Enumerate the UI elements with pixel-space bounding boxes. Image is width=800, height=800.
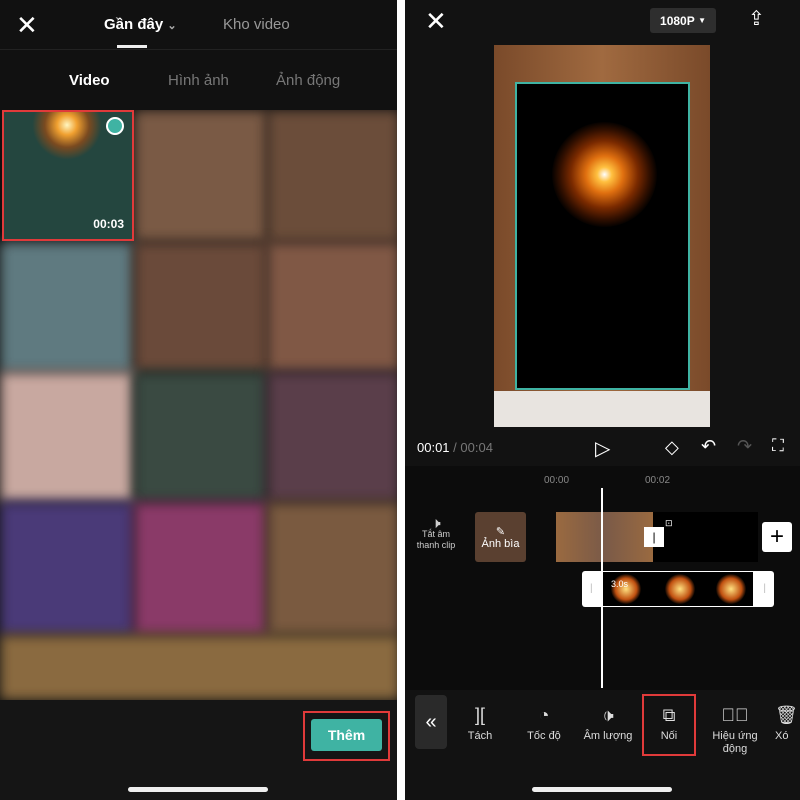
tool-volume[interactable]: 🕩 Âm lượng [578, 700, 638, 743]
subtab-images[interactable]: Hình ảnh [168, 72, 229, 89]
fullscreen-icon[interactable]: ⛶ [772, 436, 784, 456]
overlay-clip[interactable]: 3.0s | | [582, 571, 774, 607]
media-thumb[interactable] [134, 242, 267, 372]
tool-label: Xó [775, 730, 789, 742]
mute-clip-button[interactable]: 🕨 Tắt âm thanh clip [415, 515, 457, 551]
preview-floor [494, 391, 710, 427]
caret-down-icon: ▼ [698, 16, 706, 25]
current-time: 00:01 [417, 440, 450, 455]
tab-video-library[interactable]: Kho video [223, 16, 290, 33]
frame-thumb [716, 574, 746, 604]
ruler-label: 00:02 [645, 475, 671, 486]
media-thumb[interactable] [267, 242, 397, 372]
tool-label: Hiệu ứng động [712, 730, 758, 755]
portal-image [552, 122, 657, 227]
ruler-label: 00:00 [544, 475, 570, 486]
subtab-gifs[interactable]: Ảnh động [276, 72, 340, 89]
media-thumb[interactable] [134, 110, 267, 242]
media-grid: 00:03 [0, 110, 397, 700]
subtab-video[interactable]: Video [69, 72, 110, 89]
media-thumb[interactable] [0, 635, 397, 700]
mute-label: Tắt âm thanh clip [416, 529, 456, 550]
edit-icon: ✎ [495, 525, 506, 538]
preview-canvas[interactable] [494, 45, 710, 427]
home-indicator [532, 787, 672, 792]
time-display: 00:01 / 00:04 [417, 440, 493, 455]
media-thumb[interactable] [0, 242, 134, 372]
tool-label: Âm lượng [583, 730, 633, 742]
tab-label: Gần đây [104, 16, 164, 33]
redo-icon[interactable]: ↷ [737, 436, 752, 457]
collapse-toolbar-button[interactable]: « [415, 695, 447, 749]
media-thumb[interactable] [0, 502, 134, 635]
tool-animation[interactable]: ▶⃞ Hiệu ứng động [705, 700, 765, 756]
divider [0, 49, 397, 50]
volume-icon: 🕩 [602, 704, 614, 725]
overlay-duration: 3.0s [611, 579, 629, 589]
tool-overlay[interactable]: ⧉ Nối [642, 694, 696, 756]
delete-icon: 🗑 [775, 704, 798, 725]
cover-button[interactable]: ✎ Ảnh bìa [475, 512, 526, 562]
resolution-label: 1080P [660, 13, 695, 28]
home-indicator [128, 787, 268, 792]
overlay-icon: ⧉ [662, 704, 676, 725]
speaker-icon: 🕨 [431, 515, 441, 532]
media-thumb[interactable] [134, 502, 267, 635]
tool-label: Tốc độ [527, 730, 561, 742]
split-icon: ][ [474, 704, 485, 725]
play-icon[interactable]: ▷ [595, 436, 610, 461]
overlay-clip-frames: 3.0s [603, 572, 753, 606]
tab-underline [117, 45, 147, 48]
trim-handle-right[interactable]: | [763, 583, 766, 594]
media-thumb[interactable] [0, 372, 134, 502]
keyframe-icon[interactable]: ◇ [665, 437, 679, 458]
tool-speed[interactable]: ◔ Tốc độ [514, 700, 574, 743]
animation-icon: ▶⃞ [721, 704, 749, 725]
duration-label: 00:03 [93, 217, 124, 231]
trim-handle-left[interactable]: | [590, 583, 593, 594]
media-thumb[interactable] [267, 372, 397, 502]
media-thumb[interactable] [267, 110, 397, 242]
selected-check-icon[interactable] [106, 117, 124, 135]
playhead[interactable] [601, 488, 603, 688]
transition-button[interactable]: | [644, 527, 664, 547]
tab-recent[interactable]: Gần đây ⌄ [104, 16, 177, 33]
selected-media-thumb[interactable]: 00:03 [2, 110, 134, 241]
add-button[interactable]: Thêm [311, 719, 382, 751]
resolution-dropdown[interactable]: 1080P ▼ [650, 8, 716, 33]
add-clip-button[interactable]: + [762, 522, 792, 552]
tool-label: Nối [660, 730, 678, 742]
tool-delete[interactable]: 🗑 Xó [775, 700, 800, 743]
cover-label: Ảnh bìa [481, 537, 520, 550]
media-thumb[interactable] [134, 372, 267, 502]
tool-label: Tách [467, 730, 493, 742]
speed-icon: ◔ [538, 704, 550, 725]
total-time: / 00:04 [453, 440, 493, 455]
export-icon[interactable]: ⇪ [748, 6, 765, 31]
chevron-down-icon: ⌄ [167, 20, 177, 32]
close-icon[interactable]: ✕ [16, 10, 38, 41]
main-video-clip[interactable] [556, 512, 653, 562]
editor-panel: ✕ 1080P ▼ ⇪ 00:01 / 00:04 ▷ ◇ ↶ ↷ ⛶ 00:0… [405, 0, 800, 800]
portal-image [32, 112, 102, 160]
tool-split[interactable]: ][ Tách [450, 700, 510, 743]
undo-icon[interactable]: ↶ [701, 436, 716, 457]
transition-icon: ⊡ [665, 518, 673, 528]
frame-thumb [665, 574, 695, 604]
close-icon[interactable]: ✕ [425, 6, 447, 37]
media-thumb[interactable] [267, 502, 397, 635]
overlay-clip-frame[interactable] [515, 82, 690, 390]
media-picker-panel: ✕ Gần đây ⌄ Kho video Video Hình ảnh Ảnh… [0, 0, 397, 800]
